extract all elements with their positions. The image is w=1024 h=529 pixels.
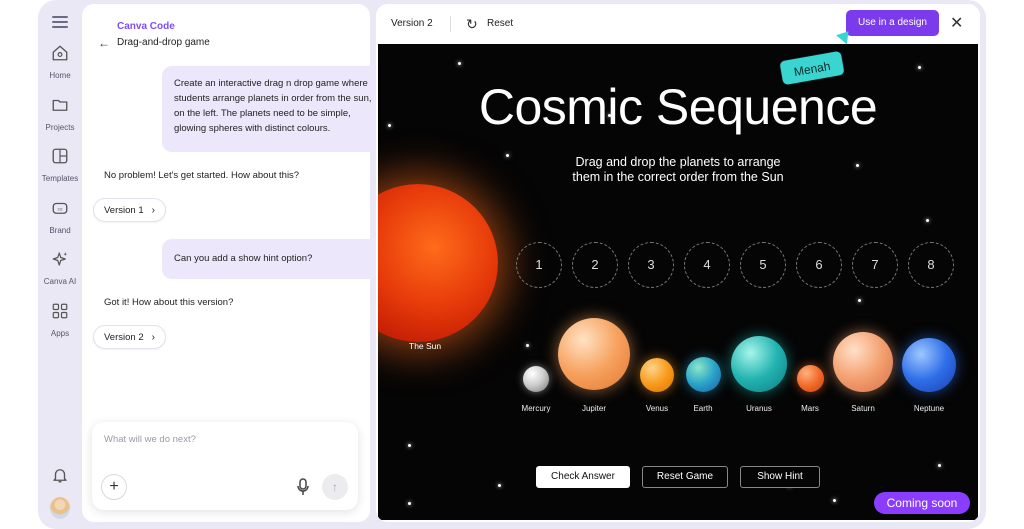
planet-venus[interactable] bbox=[640, 358, 674, 392]
rail-item-label: Brand bbox=[49, 226, 71, 235]
star bbox=[938, 464, 941, 467]
reset-icon[interactable]: ↻ bbox=[466, 16, 478, 33]
template-icon bbox=[52, 148, 68, 164]
game-subtitle: Drag and drop the planets to arrange the… bbox=[378, 155, 978, 185]
divider bbox=[450, 16, 451, 32]
home-icon bbox=[52, 45, 68, 61]
drop-slot[interactable]: 1 bbox=[516, 242, 562, 288]
version-2-chip[interactable]: Version 2 › bbox=[93, 325, 166, 349]
star bbox=[526, 344, 529, 347]
planet-saturn[interactable] bbox=[833, 332, 893, 392]
rail-item-apps[interactable]: Apps bbox=[38, 302, 82, 338]
chat-panel: Canva Code ← Drag-and-drop game Create a… bbox=[82, 4, 396, 522]
drop-slot[interactable]: 8 bbox=[908, 242, 954, 288]
rail-item-templates[interactable]: Templates bbox=[38, 147, 82, 183]
user-message: Create an interactive drag n drop game w… bbox=[162, 66, 396, 152]
reset-button[interactable]: Reset bbox=[487, 18, 513, 29]
star bbox=[408, 502, 411, 505]
planet-label: Earth bbox=[693, 404, 713, 413]
composer: + ↑ bbox=[92, 422, 358, 510]
svg-text:co: co bbox=[58, 207, 63, 212]
coming-soon-badge: Coming soon bbox=[874, 492, 970, 514]
star bbox=[918, 66, 921, 69]
rail-item-label: Apps bbox=[50, 329, 70, 338]
breadcrumb: Drag-and-drop game bbox=[117, 37, 210, 48]
planet-label: Jupiter bbox=[581, 404, 606, 413]
version-chip-label: Version 1 bbox=[104, 204, 144, 216]
planet-label: Mercury bbox=[521, 404, 551, 413]
hamburger-menu-icon[interactable] bbox=[52, 16, 68, 28]
chevron-right-icon: › bbox=[151, 204, 155, 216]
check-answer-button[interactable]: Check Answer bbox=[536, 466, 630, 488]
subtitle-line: Drag and drop the planets to arrange bbox=[575, 155, 781, 169]
rail-item-label: Canva AI bbox=[43, 277, 77, 286]
app-brand: Canva Code bbox=[117, 21, 175, 32]
user-message: Can you add a show hint option? bbox=[162, 239, 396, 279]
folder-icon bbox=[52, 99, 68, 111]
chevron-right-icon: › bbox=[151, 331, 155, 343]
rail-item-projects[interactable]: Projects bbox=[38, 96, 82, 132]
star bbox=[408, 444, 411, 447]
star bbox=[498, 484, 501, 487]
add-button[interactable]: + bbox=[101, 474, 127, 500]
planet-mars[interactable] bbox=[797, 365, 824, 392]
rail-item-canva-ai[interactable]: Canva AI bbox=[38, 250, 82, 286]
version-1-chip[interactable]: Version 1 › bbox=[93, 198, 166, 222]
assistant-message: Got it! How about this version? bbox=[104, 297, 234, 308]
use-in-design-button[interactable]: Use in a design bbox=[846, 10, 939, 36]
planet-jupiter[interactable] bbox=[558, 318, 630, 390]
bell-icon[interactable] bbox=[51, 466, 69, 484]
star bbox=[833, 499, 836, 502]
planet-uranus[interactable] bbox=[731, 336, 787, 392]
app-frame: Home Projects Templates co Brand Canva A… bbox=[38, 0, 986, 529]
drop-slot[interactable]: 7 bbox=[852, 242, 898, 288]
planet-label: Mars bbox=[801, 404, 819, 413]
sparkle-icon bbox=[52, 252, 68, 266]
planet-label: Saturn bbox=[851, 404, 875, 413]
assistant-message: No problem! Let's get started. How about… bbox=[104, 170, 300, 181]
game-title: Cosmic Sequence bbox=[478, 79, 878, 135]
drop-slot[interactable]: 6 bbox=[796, 242, 842, 288]
sun-label: The Sun bbox=[409, 341, 442, 351]
rail-item-home[interactable]: Home bbox=[38, 44, 82, 80]
send-button[interactable]: ↑ bbox=[322, 474, 348, 500]
microphone-icon[interactable] bbox=[297, 478, 309, 496]
drop-slot[interactable]: 5 bbox=[740, 242, 786, 288]
star bbox=[458, 62, 461, 65]
planet-earth[interactable] bbox=[686, 357, 721, 392]
rail-item-brand[interactable]: co Brand bbox=[38, 199, 82, 235]
avatar[interactable] bbox=[50, 497, 70, 519]
star bbox=[926, 219, 929, 222]
preview-panel: Version 2 ↻ Reset Use in a design ✕ The bbox=[376, 4, 980, 522]
prompt-input[interactable] bbox=[104, 434, 344, 445]
rail-item-label: Templates bbox=[41, 174, 79, 183]
brand-icon: co bbox=[52, 202, 68, 214]
apps-icon bbox=[52, 303, 68, 319]
version-label: Version 2 bbox=[391, 18, 433, 29]
close-icon[interactable]: ✕ bbox=[950, 13, 963, 33]
drop-slot[interactable]: 2 bbox=[572, 242, 618, 288]
sun[interactable] bbox=[378, 184, 498, 342]
show-hint-button[interactable]: Show Hint bbox=[740, 466, 820, 488]
drop-slot[interactable]: 4 bbox=[684, 242, 730, 288]
game-canvas: The Sun Cosmic Sequence Drag and drop th… bbox=[378, 44, 978, 520]
planet-mercury[interactable] bbox=[523, 366, 549, 392]
subtitle-line: them in the correct order from the Sun bbox=[572, 170, 784, 184]
star bbox=[858, 299, 861, 302]
drop-slot[interactable]: 3 bbox=[628, 242, 674, 288]
preview-toolbar: Version 2 ↻ Reset Use in a design ✕ bbox=[376, 4, 980, 44]
rail-item-label: Home bbox=[49, 71, 71, 80]
planet-neptune[interactable] bbox=[902, 338, 956, 392]
version-chip-label: Version 2 bbox=[104, 331, 144, 343]
planet-label: Neptune bbox=[913, 404, 945, 413]
reset-game-button[interactable]: Reset Game bbox=[642, 466, 728, 488]
rail-item-label: Projects bbox=[45, 123, 75, 132]
back-arrow-icon[interactable]: ← bbox=[98, 36, 110, 50]
left-rail: Home Projects Templates co Brand Canva A… bbox=[38, 0, 82, 529]
